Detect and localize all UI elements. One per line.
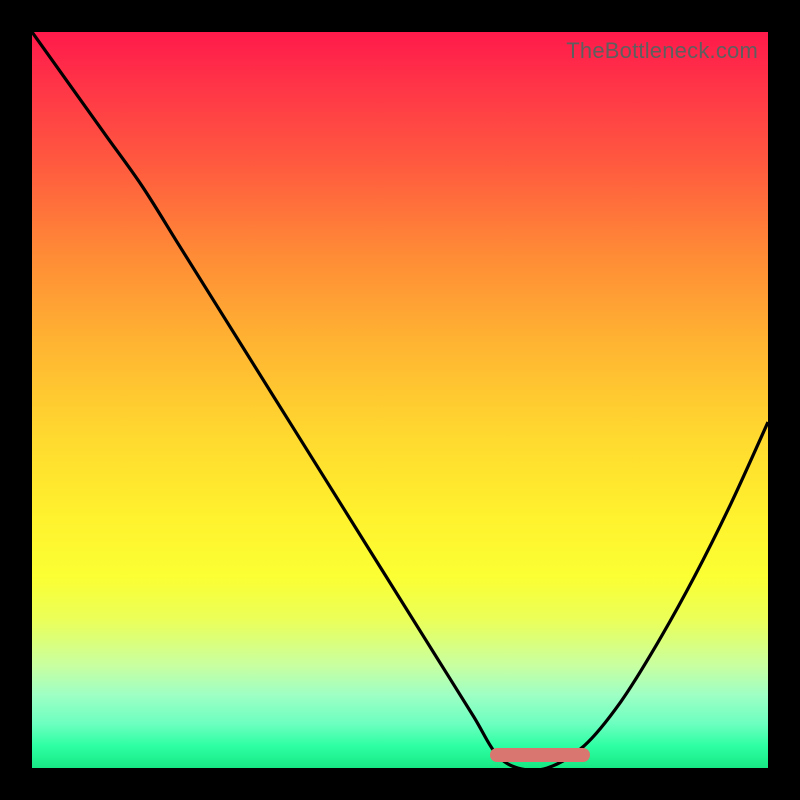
bottleneck-curve bbox=[32, 32, 768, 768]
credit-label: TheBottleneck.com bbox=[566, 38, 758, 64]
optimal-range-marker bbox=[490, 748, 590, 762]
chart-frame: TheBottleneck.com bbox=[0, 0, 800, 800]
plot-area: TheBottleneck.com bbox=[32, 32, 768, 768]
